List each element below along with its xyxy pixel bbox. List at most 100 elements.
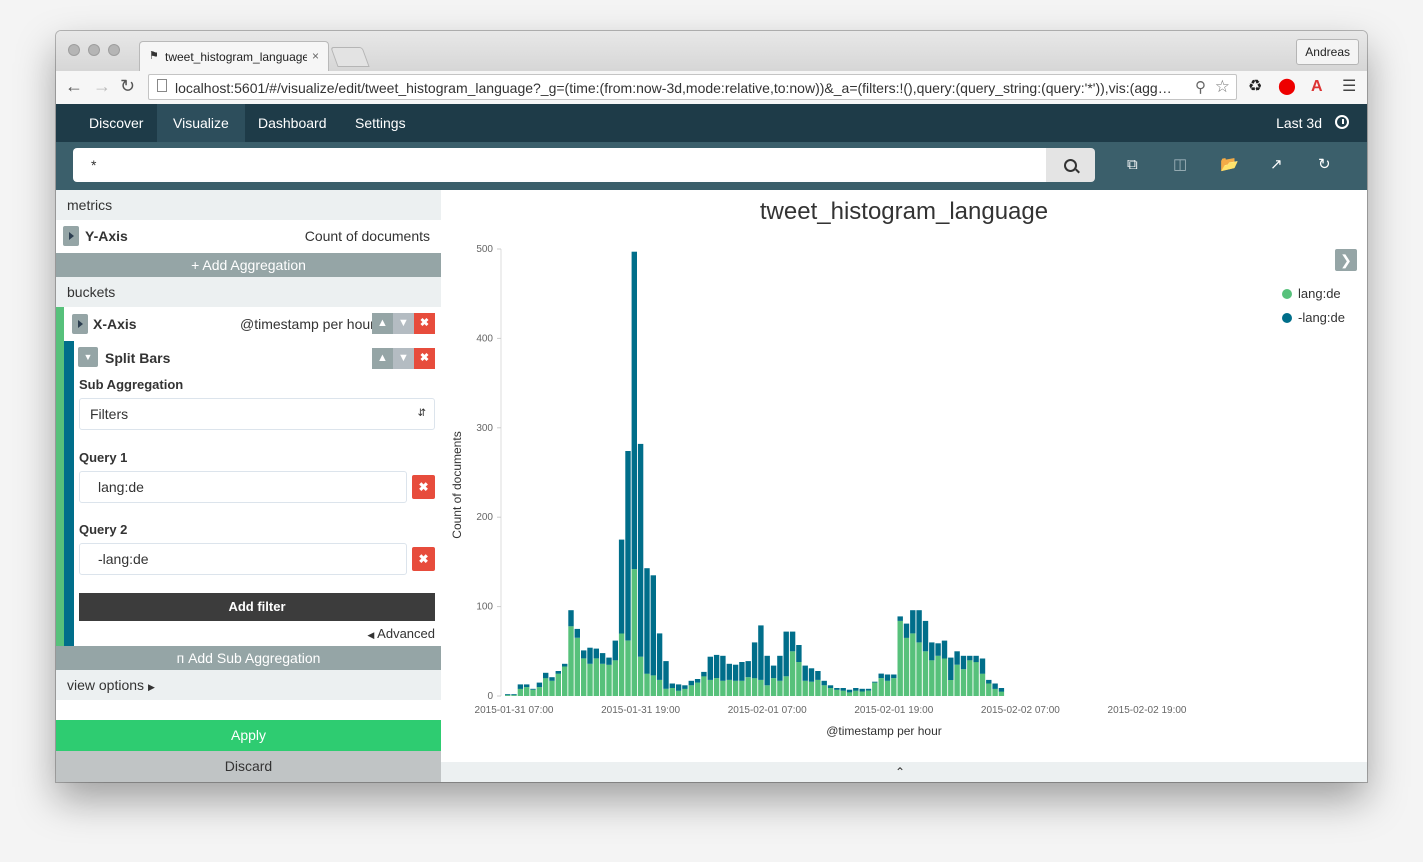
- advanced-toggle[interactable]: ◀ Advanced: [367, 626, 435, 641]
- bar-not-lang-de[interactable]: [808, 668, 815, 682]
- bar-not-lang-de[interactable]: [511, 694, 517, 696]
- bar-not-lang-de[interactable]: [536, 682, 543, 688]
- bar-lang-de[interactable]: [992, 688, 998, 696]
- add-filter-button[interactable]: Add filter: [79, 593, 435, 621]
- bar-lang-de[interactable]: [973, 662, 979, 696]
- move-down-button[interactable]: ▼: [393, 348, 414, 369]
- bar-not-lang-de[interactable]: [650, 575, 656, 676]
- bar-lang-de[interactable]: [891, 678, 897, 696]
- bar-lang-de[interactable]: [530, 689, 536, 696]
- bar-not-lang-de[interactable]: [910, 610, 916, 634]
- remove-query2-button[interactable]: ✖: [412, 547, 435, 571]
- bar-lang-de[interactable]: [935, 655, 941, 696]
- bar-not-lang-de[interactable]: [903, 623, 910, 638]
- clock-icon[interactable]: [1335, 115, 1349, 129]
- bar-not-lang-de[interactable]: [656, 633, 663, 680]
- bar-not-lang-de[interactable]: [973, 655, 979, 663]
- nav-visualize[interactable]: Visualize: [157, 104, 245, 142]
- bar-not-lang-de[interactable]: [739, 662, 745, 681]
- bar-lang-de[interactable]: [840, 690, 846, 696]
- bar-lang-de[interactable]: [916, 642, 922, 696]
- bar-lang-de[interactable]: [618, 633, 625, 696]
- bar-lang-de[interactable]: [517, 688, 524, 696]
- bar-lang-de[interactable]: [581, 658, 587, 697]
- bar-not-lang-de[interactable]: [834, 688, 840, 690]
- y-axis-row[interactable]: Y-Axis Count of documents: [56, 220, 441, 252]
- bar-not-lang-de[interactable]: [929, 642, 935, 661]
- query1-input[interactable]: lang:de: [79, 471, 407, 503]
- remove-query1-button[interactable]: ✖: [412, 475, 435, 499]
- bar-lang-de[interactable]: [606, 664, 612, 696]
- bar-lang-de[interactable]: [688, 685, 694, 696]
- bar-not-lang-de[interactable]: [530, 688, 536, 690]
- bar-not-lang-de[interactable]: [593, 648, 599, 659]
- remove-split-bars-button[interactable]: ✖: [414, 348, 435, 369]
- discard-button[interactable]: Discard: [56, 751, 441, 782]
- bar-lang-de[interactable]: [739, 680, 745, 696]
- expand-caret-icon[interactable]: [72, 314, 88, 334]
- bar-not-lang-de[interactable]: [745, 661, 751, 678]
- bar-lang-de[interactable]: [524, 687, 530, 696]
- bar-lang-de[interactable]: [612, 660, 618, 696]
- bar-not-lang-de[interactable]: [916, 610, 922, 643]
- open-folder-icon[interactable]: 📂: [1220, 155, 1239, 175]
- bar-not-lang-de[interactable]: [960, 655, 967, 670]
- bar-lang-de[interactable]: [897, 620, 903, 696]
- bar-not-lang-de[interactable]: [720, 655, 726, 681]
- bar-lang-de[interactable]: [783, 676, 789, 696]
- bar-not-lang-de[interactable]: [581, 650, 587, 659]
- bar-lang-de[interactable]: [675, 690, 682, 696]
- bar-lang-de[interactable]: [751, 678, 758, 696]
- bar-not-lang-de[interactable]: [897, 616, 903, 621]
- bar-lang-de[interactable]: [562, 666, 568, 697]
- bar-lang-de[interactable]: [777, 680, 783, 696]
- bar-lang-de[interactable]: [859, 691, 865, 697]
- search-input[interactable]: *: [73, 148, 1046, 182]
- bar-not-lang-de[interactable]: [884, 674, 891, 681]
- bar-lang-de[interactable]: [770, 678, 777, 696]
- bar-lang-de[interactable]: [701, 676, 707, 696]
- bar-not-lang-de[interactable]: [574, 628, 580, 638]
- nav-dashboard[interactable]: Dashboard: [242, 104, 343, 142]
- bar-lang-de[interactable]: [726, 679, 732, 696]
- bar-lang-de[interactable]: [846, 692, 853, 696]
- bar-lang-de[interactable]: [884, 680, 891, 696]
- bar-not-lang-de[interactable]: [827, 685, 834, 688]
- bar-lang-de[interactable]: [536, 687, 543, 696]
- bar-lang-de[interactable]: [656, 679, 663, 696]
- bar-lang-de[interactable]: [549, 680, 555, 696]
- bar-lang-de[interactable]: [853, 690, 859, 696]
- bar-not-lang-de[interactable]: [612, 640, 618, 661]
- bar-lang-de[interactable]: [954, 664, 960, 696]
- bar-not-lang-de[interactable]: [694, 679, 701, 683]
- bar-lang-de[interactable]: [587, 663, 593, 696]
- collapse-caret-icon[interactable]: ▼: [78, 347, 98, 367]
- bar-not-lang-de[interactable]: [562, 663, 568, 667]
- sub-aggregation-select[interactable]: Filters ⇵: [79, 398, 435, 430]
- bar-not-lang-de[interactable]: [682, 685, 688, 689]
- forward-arrow-icon[interactable]: →: [93, 76, 111, 96]
- move-up-button[interactable]: ▲: [372, 348, 393, 369]
- move-up-button[interactable]: ▲: [372, 313, 393, 334]
- acrobat-extension-icon[interactable]: A: [1311, 77, 1323, 97]
- bar-lang-de[interactable]: [878, 678, 884, 696]
- bar-not-lang-de[interactable]: [979, 658, 986, 674]
- spy-panel-toggle[interactable]: ⌃: [441, 762, 1367, 782]
- bar-lang-de[interactable]: [815, 679, 821, 696]
- bar-not-lang-de[interactable]: [517, 684, 524, 689]
- refresh-icon[interactable]: ↻: [1318, 155, 1331, 175]
- bar-lang-de[interactable]: [834, 689, 840, 696]
- bar-lang-de[interactable]: [669, 688, 675, 696]
- bar-lang-de[interactable]: [998, 691, 1005, 697]
- bar-lang-de[interactable]: [599, 663, 606, 696]
- bar-not-lang-de[interactable]: [543, 672, 549, 679]
- menu-icon[interactable]: ☰: [1342, 77, 1356, 97]
- expand-caret-icon[interactable]: [63, 226, 79, 246]
- bar-not-lang-de[interactable]: [732, 664, 739, 681]
- bar-lang-de[interactable]: [764, 685, 770, 696]
- bar-lang-de[interactable]: [802, 680, 808, 696]
- bar-not-lang-de[interactable]: [941, 640, 948, 659]
- bar-lang-de[interactable]: [720, 680, 726, 696]
- bar-lang-de[interactable]: [865, 690, 872, 696]
- bar-not-lang-de[interactable]: [783, 631, 789, 677]
